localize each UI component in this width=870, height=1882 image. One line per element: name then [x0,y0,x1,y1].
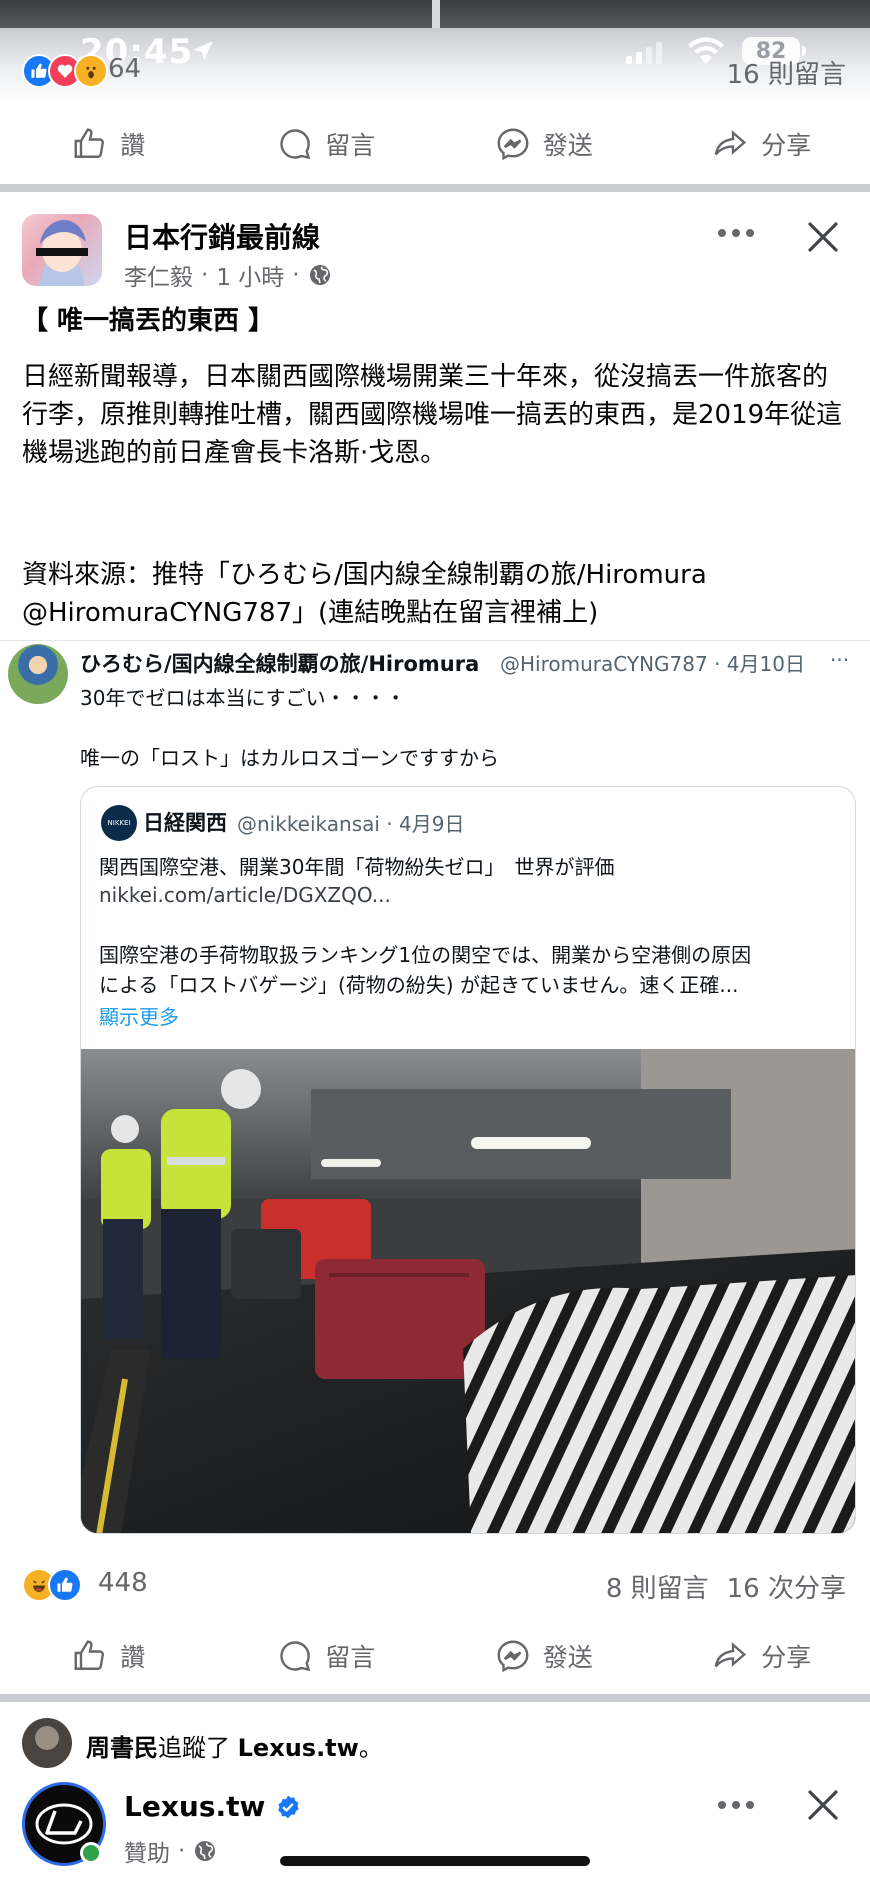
feed-separator [0,1694,870,1702]
home-indicator[interactable] [280,1856,590,1866]
globe-icon [309,265,330,285]
comment-button[interactable]: 留言 [218,1620,436,1692]
anime-avatar-icon [36,220,88,286]
quoted-text-line-2: による「ロストバゲージ」(荷物の紛失) が起きていません。速く正確... [99,973,739,997]
send-label: 發送 [542,131,593,160]
messenger-icon [497,128,529,161]
post-author[interactable]: 李仁毅 [124,258,193,292]
post-share-count[interactable]: 16 次分享 [727,1568,846,1605]
send-button[interactable]: 發送 [435,1620,653,1692]
comment-button[interactable]: 留言 [218,108,436,180]
share-button[interactable]: 分享 [653,108,870,180]
sponsored-page-header: Lexus.tw [124,1790,301,1823]
post-comment-count[interactable]: 8 則留言 [606,1568,709,1605]
close-icon[interactable] [806,220,840,254]
follow-activity-text: 周書民追蹤了 Lexus.tw。 [86,1734,383,1762]
like-reaction-icon [48,1568,82,1602]
post-title: 【 唯一搞丟的東西 】 [22,306,275,336]
comment-bubble-icon [280,129,311,160]
thumbs-up-icon [74,128,105,158]
tweet-author-name: ひろむら/国内線全線制覇の旅/Hiromura [80,652,480,676]
quoted-text-line-1: 国際空港の手荷物取扱ランキング1位の関空では、開業から空港側の原因 [99,943,752,967]
post-reaction-count: 448 [98,1568,148,1598]
previous-post-action-bar: 讚 留言 發送 分享 [0,108,870,180]
post-time[interactable]: 1 小時 [216,258,284,292]
baggage-conveyor-photo [81,1049,855,1533]
follower-avatar[interactable] [22,1718,72,1768]
post-meta: 李仁毅 · 1 小時 · [124,258,332,292]
sponsored-page-name[interactable]: Lexus.tw [124,1790,265,1823]
post-action-bar: 讚 留言 發送 分享 [0,1620,870,1692]
share-button[interactable]: 分享 [653,1620,870,1692]
tweet-text-line-1: 30年でゼロは本当にすごい・・・・ [80,686,406,710]
feed-separator [0,184,870,192]
close-icon[interactable] [806,1788,840,1822]
previous-post-reaction-count: 64 [108,54,142,84]
like-button[interactable]: 讚 [0,108,218,180]
quoted-headline: 関西国際空港、開業30年間「荷物紛失ゼロ」 世界が評価 [99,855,615,879]
followed-page-name[interactable]: Lexus.tw [238,1734,359,1762]
comment-bubble-icon [280,1641,311,1672]
quoted-tweet: NIKKEI 日経関西 @nikkeikansai · 4月9日 関西国際空港、… [80,786,856,1534]
quoted-author-name: 日経関西 [143,811,227,835]
tweet-author-avatar [8,644,68,704]
share-arrow-icon [714,130,747,156]
follower-name[interactable]: 周書民 [86,1734,158,1762]
like-button[interactable]: 讚 [0,1620,218,1692]
send-button[interactable]: 發送 [435,108,653,180]
page-name[interactable]: 日本行銷最前線 [124,216,320,256]
post-body: 日經新聞報導，日本關西國際機場開業三十年來，從沒搞丟一件旅客的行李，原推則轉推吐… [22,362,843,468]
more-options-icon[interactable] [716,1798,756,1812]
quoted-author-handle: @nikkeikansai · 4月9日 [237,812,465,836]
globe-icon [195,1841,216,1861]
share-label: 分享 [761,131,812,160]
wow-reaction-icon [74,54,108,88]
sponsored-meta: 贊助 · [124,1834,217,1868]
tweet-text-line-2: 唯一の「ロスト」はカルロスゴーンですすから [80,746,499,770]
verified-badge-icon [278,1795,300,1818]
active-status-dot [80,1842,102,1864]
like-label: 讚 [120,1643,146,1672]
tweet-more-icon: ··· [830,648,850,672]
post-source: 資料來源：推特「ひろむら/国内線全線制覇の旅/Hiromura @Hiromur… [22,560,707,628]
share-label: 分享 [761,1643,812,1672]
page-avatar[interactable] [22,214,102,286]
nikkei-logo: NIKKEI [101,805,137,841]
quoted-link: nikkei.com/article/DGXZQO... [99,883,391,907]
comment-label: 留言 [325,131,376,160]
quoted-show-more: 顯示更多 [99,1005,179,1029]
tweet-author-handle: @HiromuraCYNG787 · 4月10日 [500,652,805,676]
thumbs-up-icon [74,1640,105,1670]
sponsored-label[interactable]: 贊助 [124,1834,170,1868]
comment-label: 留言 [325,1643,376,1672]
like-label: 讚 [120,131,146,160]
more-options-icon[interactable] [716,226,756,240]
post-reactions[interactable]: 448 8 則留言 16 次分享 [0,1560,870,1608]
messenger-icon [497,1640,529,1673]
previous-post-comment-count[interactable]: 16 則留言 [727,54,846,91]
previous-post-reactions[interactable]: 64 16 則留言 [0,46,870,94]
send-label: 發送 [542,1643,593,1672]
share-arrow-icon [714,1642,747,1668]
